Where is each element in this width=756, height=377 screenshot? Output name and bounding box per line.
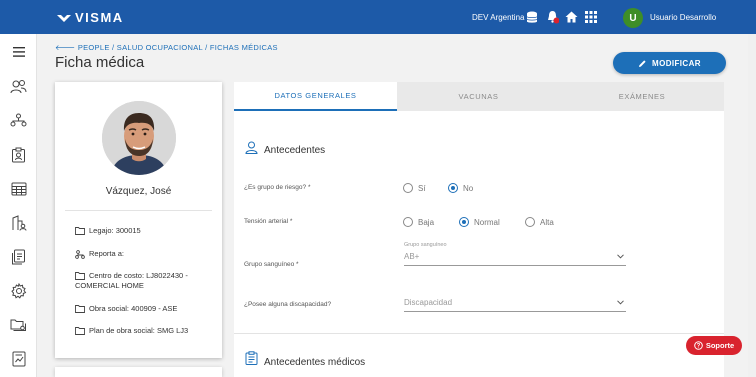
page-title: Ficha médica xyxy=(55,54,145,71)
building-person-icon[interactable] xyxy=(9,213,28,232)
top-bar: VISMA DEV Argentina U Usuario Desarrollo xyxy=(0,0,756,34)
modify-label: MODIFICAR xyxy=(652,58,701,68)
profile-divider xyxy=(65,210,212,211)
radio-circle[interactable] xyxy=(525,217,535,227)
folder-icon xyxy=(75,305,85,313)
scrollbar[interactable] xyxy=(748,34,756,377)
centro-costo-line1: Centro de costo: LJ8022430 - xyxy=(89,271,188,280)
profile-card: Vázquez, José Legajo: 300015 Reporta a: … xyxy=(55,82,222,358)
person-icon xyxy=(245,141,258,154)
clipboard-icon xyxy=(245,351,258,365)
support-label: Soporte xyxy=(705,341,735,350)
radio-circle-selected[interactable] xyxy=(459,217,469,227)
antecedentes-medicos-title: Antecedentes médicos xyxy=(264,357,366,368)
centro-costo-row: Centro de costo: LJ8022430 - COMERCIAL H… xyxy=(75,271,188,291)
tab-datos-generales[interactable]: DATOS GENERALES xyxy=(234,82,397,111)
help-icon: ? xyxy=(694,341,703,350)
tab-bar: DATOS GENERALES VACUNAS EXÁMENES xyxy=(234,82,724,111)
user-name[interactable]: Usuario Desarrollo xyxy=(650,13,716,22)
grupo-sanguineo-select[interactable]: AB+ xyxy=(404,252,626,266)
apps-grid-icon[interactable] xyxy=(584,10,598,24)
modify-button[interactable]: MODIFICAR xyxy=(613,52,726,74)
chevron-down-icon xyxy=(617,300,624,305)
hierarchy-icon xyxy=(75,250,85,259)
section-divider xyxy=(234,333,724,334)
environment-label: DEV Argentina xyxy=(472,13,525,22)
tab-examenes[interactable]: EXÁMENES xyxy=(560,82,724,111)
form-panel: Antecedentes ¿Es grupo de riesgo? * Sí N… xyxy=(234,111,724,377)
radio-no[interactable]: No xyxy=(448,183,473,193)
calendar-grid-icon[interactable] xyxy=(9,179,28,198)
grupo-sanguineo-label: Grupo sanguíneo * xyxy=(244,261,299,268)
grupo-sanguineo-float-label: Grupo sanguíneo xyxy=(404,242,447,248)
badge-icon[interactable] xyxy=(9,145,28,164)
plan-text: Plan de obra social: SMG LJ3 xyxy=(89,326,189,335)
breadcrumb[interactable]: 🡐 PEOPLE / SALUD OCUPACIONAL / FICHAS MÉ… xyxy=(55,43,278,52)
radio-normal-label: Normal xyxy=(474,217,500,227)
radio-normal[interactable]: Normal xyxy=(459,217,500,227)
radio-alta-label: Alta xyxy=(540,217,554,227)
employee-name: Vázquez, José xyxy=(105,186,172,197)
tab-vacunas[interactable]: VACUNAS xyxy=(397,82,560,111)
radio-alta[interactable]: Alta xyxy=(525,217,554,227)
discapacidad-label: ¿Posee alguna discapacidad? xyxy=(244,301,332,308)
grupo-sanguineo-value: AB+ xyxy=(404,252,420,261)
plan-row: Plan de obra social: SMG LJ3 xyxy=(75,326,188,336)
tension-label: Tensión arterial * xyxy=(244,218,293,225)
bell-icon[interactable] xyxy=(545,10,559,24)
folders-icon[interactable] xyxy=(9,315,28,334)
grupo-riesgo-label: ¿Es grupo de riesgo? * xyxy=(244,184,311,191)
reporta-row: Reporta a: xyxy=(75,249,124,259)
folder-icon xyxy=(75,227,85,235)
logo-text: VISMA xyxy=(75,10,124,25)
back-arrow-icon[interactable]: 🡐 xyxy=(55,43,75,52)
profile-photo xyxy=(102,101,176,175)
organization-icon[interactable] xyxy=(9,111,28,130)
user-avatar[interactable]: U xyxy=(623,8,643,28)
radio-baja-label: Baja xyxy=(418,217,435,227)
secondary-card xyxy=(55,367,222,377)
radio-circle-selected[interactable] xyxy=(448,183,458,193)
antecedentes-title: Antecedentes xyxy=(264,145,326,156)
pencil-icon xyxy=(639,59,646,67)
radio-baja[interactable]: Baja xyxy=(403,217,434,227)
visma-logo-icon xyxy=(57,14,71,22)
chevron-down-icon xyxy=(617,254,624,259)
visma-logo[interactable]: VISMA xyxy=(57,10,124,25)
radio-no-label: No xyxy=(463,183,474,193)
radio-circle[interactable] xyxy=(403,217,413,227)
support-button[interactable]: ? Soporte xyxy=(686,336,742,355)
documents-icon[interactable] xyxy=(9,247,28,266)
database-icon[interactable] xyxy=(525,10,539,24)
folder-icon xyxy=(75,272,85,280)
people-icon[interactable] xyxy=(9,77,28,96)
discapacidad-select[interactable]: Discapacidad xyxy=(404,298,626,312)
menu-icon[interactable] xyxy=(9,42,28,61)
report-icon[interactable] xyxy=(9,349,28,368)
centro-costo-line2: COMERCIAL HOME xyxy=(75,281,144,290)
sidebar xyxy=(0,34,37,377)
settings-icon[interactable] xyxy=(9,281,28,300)
radio-si[interactable]: Sí xyxy=(403,183,426,193)
radio-si-label: Sí xyxy=(418,183,426,193)
breadcrumb-text[interactable]: PEOPLE / SALUD OCUPACIONAL / FICHAS MÉDI… xyxy=(78,43,278,52)
obra-social-row: Obra social: 400909 - ASE xyxy=(75,304,177,314)
obra-social-text: Obra social: 400909 - ASE xyxy=(89,304,178,313)
home-icon[interactable] xyxy=(564,10,578,24)
legajo-row: Legajo: 300015 xyxy=(75,226,141,236)
folder-icon xyxy=(75,327,85,335)
radio-circle[interactable] xyxy=(403,183,413,193)
svg-text:?: ? xyxy=(696,344,700,350)
discapacidad-placeholder: Discapacidad xyxy=(404,298,453,307)
